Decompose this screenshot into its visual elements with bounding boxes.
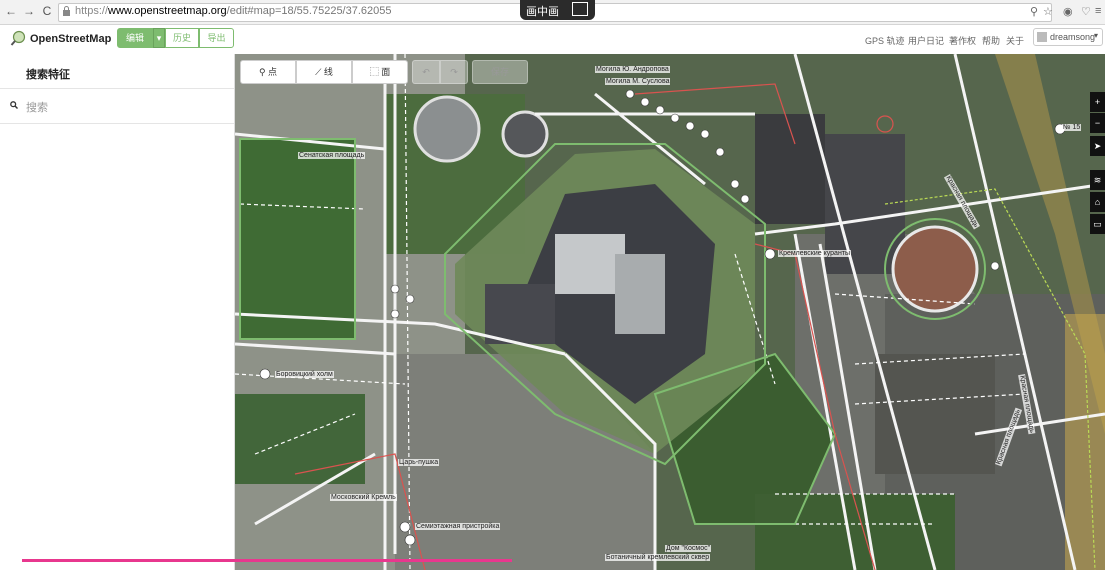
map-label[interactable]: Дом "Космос" [665, 545, 712, 552]
map-label[interactable]: Семиэтажная пристройка [415, 523, 501, 530]
chevron-down-icon: ▾ [1094, 31, 1099, 40]
url-text: https://www.openstreetmap.org/edit#map=1… [75, 5, 392, 17]
map-label[interactable]: Боровицкий холм [275, 371, 334, 378]
redo-icon: ↷ [450, 67, 458, 77]
extension-icon[interactable]: ◉ [1063, 5, 1073, 18]
nav-copyright[interactable]: 著作权 [949, 34, 976, 47]
lock-icon [63, 6, 70, 16]
map-controls: + − ➤ ≋ ⌂ ▭ [1090, 92, 1105, 240]
export-button[interactable]: 导出 [199, 28, 234, 48]
add-area-button[interactable]: ⬚ 面 [352, 60, 408, 84]
add-line-button[interactable]: ⟋ 线 [296, 60, 352, 84]
nav-help[interactable]: 帮助 [982, 34, 1000, 47]
nav-gps-traces[interactable]: GPS 轨迹 [865, 34, 905, 47]
save-button[interactable]: 保存 [472, 60, 528, 84]
star-icon[interactable]: ☆ [1043, 5, 1053, 18]
nav-about[interactable]: 关于 [1006, 34, 1024, 47]
pip-badge[interactable]: 画中画 [520, 0, 595, 20]
shield-icon[interactable]: ♡ [1081, 5, 1091, 18]
key-icon[interactable]: ⚲ [1030, 5, 1038, 18]
history-button[interactable]: 历史 [165, 28, 199, 48]
search-input[interactable]: 搜索 [0, 89, 234, 123]
undo-button[interactable]: ↶ [412, 60, 440, 84]
satellite-imagery [235, 54, 1105, 570]
avatar [1037, 32, 1047, 42]
geolocate-icon[interactable]: ➤ [1090, 136, 1105, 156]
layers-icon[interactable]: ≋ [1090, 170, 1105, 190]
map-label[interactable]: Московский Кремль [330, 494, 397, 501]
nav-user-diaries[interactable]: 用户日记 [908, 34, 944, 47]
menu-icon[interactable]: ≡ [1095, 5, 1101, 17]
reload-icon[interactable]: C [40, 4, 54, 18]
pin-icon: ⚲ [258, 67, 269, 77]
video-progress-bar [22, 559, 512, 562]
issues-icon[interactable]: ▭ [1090, 214, 1105, 234]
map-label[interactable]: Кремлевские куранты [778, 250, 852, 257]
map-label[interactable]: Могила Ю. Андропова [595, 66, 670, 73]
user-menu[interactable]: dreamsong ▾ [1033, 28, 1103, 46]
add-point-button[interactable]: ⚲ 点 [240, 60, 296, 84]
line-icon: ⟋ [315, 67, 324, 77]
username: dreamsong [1050, 32, 1096, 42]
map-label[interactable]: Сенатская площадь [298, 152, 366, 159]
forward-arrow-icon[interactable]: → [22, 4, 36, 18]
undo-icon: ↶ [422, 67, 430, 77]
back-arrow-icon[interactable]: ← [4, 4, 18, 18]
search-placeholder: 搜索 [26, 102, 48, 114]
brand-name[interactable]: OpenStreetMap [30, 33, 111, 45]
osm-header: OpenStreetMap 编辑 ▾ 历史 导出 GPS 轨迹 用户日记 著作权… [0, 25, 1105, 53]
map-label[interactable]: № 15 [1062, 124, 1082, 131]
sidebar: 搜索特征 搜索 [0, 54, 235, 570]
edit-dropdown-chevron-icon[interactable]: ▾ [153, 28, 165, 48]
map-data-icon[interactable]: ⌂ [1090, 192, 1105, 212]
edit-button[interactable]: 编辑 [117, 28, 153, 48]
pip-label: 画中画 [526, 6, 559, 18]
zoom-in-icon[interactable]: + [1090, 92, 1105, 112]
pip-icon [572, 2, 588, 16]
map-canvas[interactable]: Могила Ю. Андропова Могила М. Суслова Се… [235, 54, 1105, 570]
sidebar-title: 搜索特征 [26, 69, 70, 81]
zoom-out-icon[interactable]: − [1090, 113, 1105, 133]
map-label[interactable]: Ботаничный кремлевский сквер [605, 554, 711, 561]
browser-toolbar: ← → C https://www.openstreetmap.org/edit… [0, 0, 1105, 25]
redo-button[interactable]: ↷ [440, 60, 468, 84]
map-label[interactable]: Царь-пушка [398, 459, 440, 466]
search-icon [10, 101, 18, 109]
area-icon: ⬚ [369, 67, 382, 77]
osm-logo-icon[interactable] [10, 30, 26, 46]
divider [0, 123, 234, 124]
map-label[interactable]: Могила М. Суслова [605, 78, 671, 85]
